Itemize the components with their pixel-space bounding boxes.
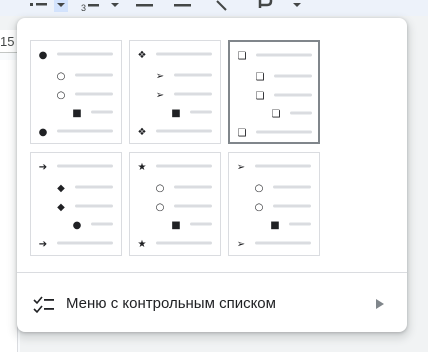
placeholder-line: [255, 241, 311, 245]
checklist-menu-item[interactable]: Меню с контрольным списком: [17, 284, 407, 324]
bullet-glyph: ➢: [156, 71, 164, 82]
placeholder-line: [156, 241, 212, 245]
bullet-preset-star-circle-square[interactable]: ★ ○ ○ ■ ★: [129, 152, 221, 256]
placeholder-line: [256, 53, 312, 57]
bullet-glyph: ★: [138, 162, 147, 173]
submenu-arrow-icon: [376, 299, 384, 309]
bullet-glyph: ◆: [57, 183, 65, 194]
bullet-glyph: ❖: [138, 127, 147, 138]
placeholder-line: [156, 129, 212, 133]
checklist-icon: [33, 296, 54, 314]
placeholder-line: [190, 110, 212, 114]
menu-divider: [17, 272, 407, 273]
placeholder-line: [156, 52, 212, 56]
bullet-glyph: ◆: [57, 202, 65, 213]
placeholder-line: [274, 74, 312, 78]
bullet-glyph: ○: [156, 183, 165, 194]
bullet-glyph: ○: [57, 90, 66, 101]
bullet-glyph: ➢: [237, 162, 245, 173]
bullet-glyph: ■: [270, 220, 279, 231]
bullet-glyph: ➔: [39, 239, 47, 250]
placeholder-line: [75, 73, 113, 77]
placeholder-line: [174, 204, 212, 208]
bullet-glyph: ■: [72, 108, 81, 119]
placeholder-line: [256, 130, 312, 134]
checklist-menu-label: Меню с контрольным списком: [66, 295, 276, 312]
placeholder-line: [273, 185, 311, 189]
placeholder-line: [289, 222, 311, 226]
bullet-glyph: ❏: [238, 128, 247, 139]
placeholder-line: [57, 241, 113, 245]
placeholder-line: [75, 92, 113, 96]
placeholder-line: [156, 164, 212, 168]
bullet-glyph: ○: [255, 202, 264, 213]
placeholder-line: [75, 204, 113, 208]
bullet-preset-filled-circle-hollow-circle-square[interactable]: ● ○ ○ ■ ●: [30, 40, 122, 144]
dropdown-arrow-icon[interactable]: [54, 0, 70, 12]
toolbar: 3: [0, 0, 428, 16]
bullet-glyph: ●: [39, 50, 48, 61]
dropdown-arrow-icon[interactable]: [291, 0, 303, 12]
placeholder-line: [274, 93, 312, 97]
bullet-preset-preview: ➢ ○ ○ ■ ➢: [237, 162, 311, 250]
bullet-preset-preview: ➔ ◆ ◆ ● ➔: [39, 162, 113, 250]
bullet-glyph: ➔: [39, 162, 47, 173]
bullet-preset-diamond-arrow-square[interactable]: ❖ ➢ ➢ ■ ❖: [129, 40, 221, 144]
numbered-list-icon[interactable]: 3: [80, 0, 102, 12]
bullet-glyph: ❏: [238, 51, 247, 62]
dropdown-arrow-icon[interactable]: [109, 0, 121, 12]
placeholder-line: [273, 204, 311, 208]
placeholder-line: [91, 222, 113, 226]
bullet-preset-preview: ❏ ❏ ❏ ❏ ❏: [238, 51, 312, 139]
input-tools-icon[interactable]: [258, 0, 282, 12]
document-page: [0, 60, 18, 352]
bullet-glyph: ★: [138, 239, 147, 250]
increase-indent-icon[interactable]: [172, 0, 194, 12]
bullet-glyph: ❖: [138, 50, 147, 61]
placeholder-line: [174, 73, 212, 77]
bullet-preset-arrowhead-circle-square[interactable]: ➢ ○ ○ ■ ➢: [228, 152, 320, 256]
placeholder-line: [57, 129, 113, 133]
placeholder-line: [255, 164, 311, 168]
placeholder-line: [91, 110, 113, 114]
decrease-indent-icon[interactable]: [134, 0, 156, 12]
bullet-glyph: ●: [39, 127, 48, 138]
bullet-glyph: ❏: [256, 91, 265, 102]
bullet-glyph: ○: [57, 71, 66, 82]
placeholder-line: [174, 185, 212, 189]
bullet-glyph: ❏: [256, 72, 265, 83]
bullet-preset-preview: ★ ○ ○ ■ ★: [138, 162, 212, 250]
bulleted-list-icon[interactable]: [28, 0, 48, 12]
svg-text:3: 3: [81, 3, 86, 12]
bullet-glyph: ○: [255, 183, 264, 194]
placeholder-line: [57, 164, 113, 168]
placeholder-line: [174, 92, 212, 96]
clear-formatting-icon[interactable]: [214, 0, 230, 12]
bullet-glyph: ■: [171, 220, 180, 231]
bullet-preset-preview: ● ○ ○ ■ ●: [39, 50, 113, 138]
placeholder-line: [57, 52, 113, 56]
placeholder-line: [290, 111, 312, 115]
bullet-glyph: ❏: [272, 109, 281, 120]
ruler-number: 15: [0, 34, 15, 49]
bullet-preset-arrow-diamond-circle[interactable]: ➔ ◆ ◆ ● ➔: [30, 152, 122, 256]
bullet-list-menu: ● ○ ○ ■ ● ❖ ➢ ➢ ■ ❖ ❏ ❏ ❏ ❏ ❏ ➔ ◆ ◆ ● ➔ ★ ○ ○ ■ ★ ➢ ○ ○ ■ ➢ Меню с ко…: [17, 18, 407, 332]
bullet-preset-preview: ❖ ➢ ➢ ■ ❖: [138, 50, 212, 138]
bullet-preset-3d-box[interactable]: ❏ ❏ ❏ ❏ ❏: [228, 40, 320, 144]
placeholder-line: [75, 185, 113, 189]
placeholder-line: [190, 222, 212, 226]
bullet-glyph: ■: [171, 108, 180, 119]
bullet-glyph: ➢: [156, 90, 164, 101]
bullet-glyph: ●: [73, 220, 82, 231]
bullet-glyph: ○: [156, 202, 165, 213]
bullet-glyph: ➢: [237, 239, 245, 250]
